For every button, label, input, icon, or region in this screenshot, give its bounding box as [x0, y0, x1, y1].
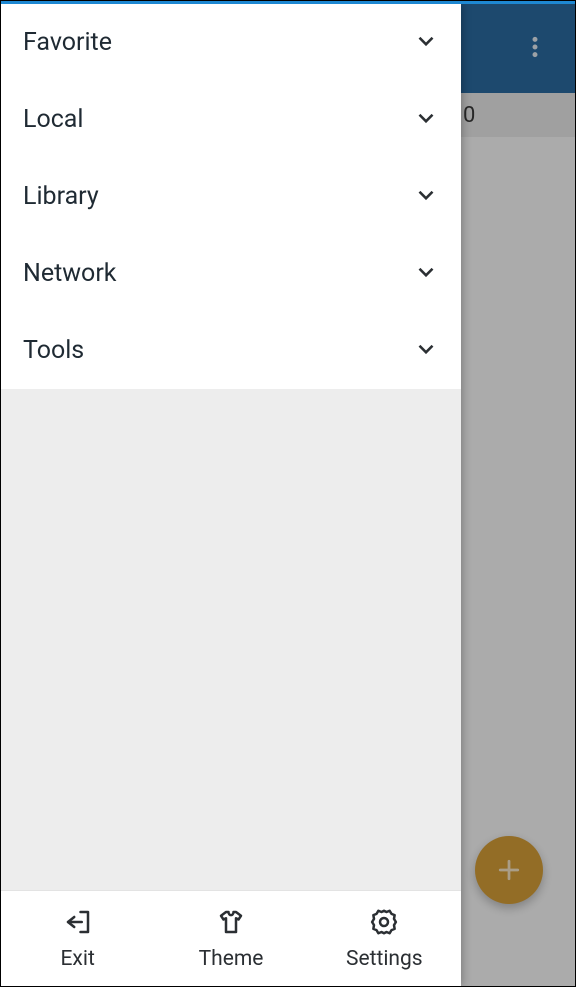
drawer-item-label: Favorite	[23, 28, 112, 57]
drawer-spacer	[1, 389, 461, 890]
drawer-item-tools[interactable]: Tools	[1, 312, 461, 389]
exit-icon	[63, 907, 93, 941]
top-accent-bar	[1, 1, 575, 4]
drawer-item-local[interactable]: Local	[1, 81, 461, 158]
drawer-item-label: Tools	[23, 336, 84, 365]
chevron-down-icon	[413, 259, 439, 289]
settings-label: Settings	[346, 947, 423, 971]
drawer-item-label: Local	[23, 105, 84, 134]
drawer-item-label: Library	[23, 182, 99, 211]
tshirt-icon	[216, 907, 246, 941]
chevron-down-icon	[413, 28, 439, 58]
chevron-down-icon	[413, 105, 439, 135]
exit-label: Exit	[60, 947, 94, 971]
exit-button[interactable]: Exit	[1, 891, 154, 986]
drawer-item-library[interactable]: Library	[1, 158, 461, 235]
chevron-down-icon	[413, 182, 439, 212]
drawer-item-favorite[interactable]: Favorite	[1, 4, 461, 81]
gear-icon	[369, 907, 399, 941]
drawer-item-label: Network	[23, 259, 116, 288]
drawer-bottom-bar: Exit Theme Settings	[1, 890, 461, 986]
navigation-drawer: Favorite Local Library Network	[1, 4, 461, 986]
chevron-down-icon	[413, 336, 439, 366]
settings-button[interactable]: Settings	[308, 891, 461, 986]
drawer-list: Favorite Local Library Network	[1, 4, 461, 389]
drawer-item-network[interactable]: Network	[1, 235, 461, 312]
theme-button[interactable]: Theme	[154, 891, 307, 986]
theme-label: Theme	[199, 947, 264, 971]
